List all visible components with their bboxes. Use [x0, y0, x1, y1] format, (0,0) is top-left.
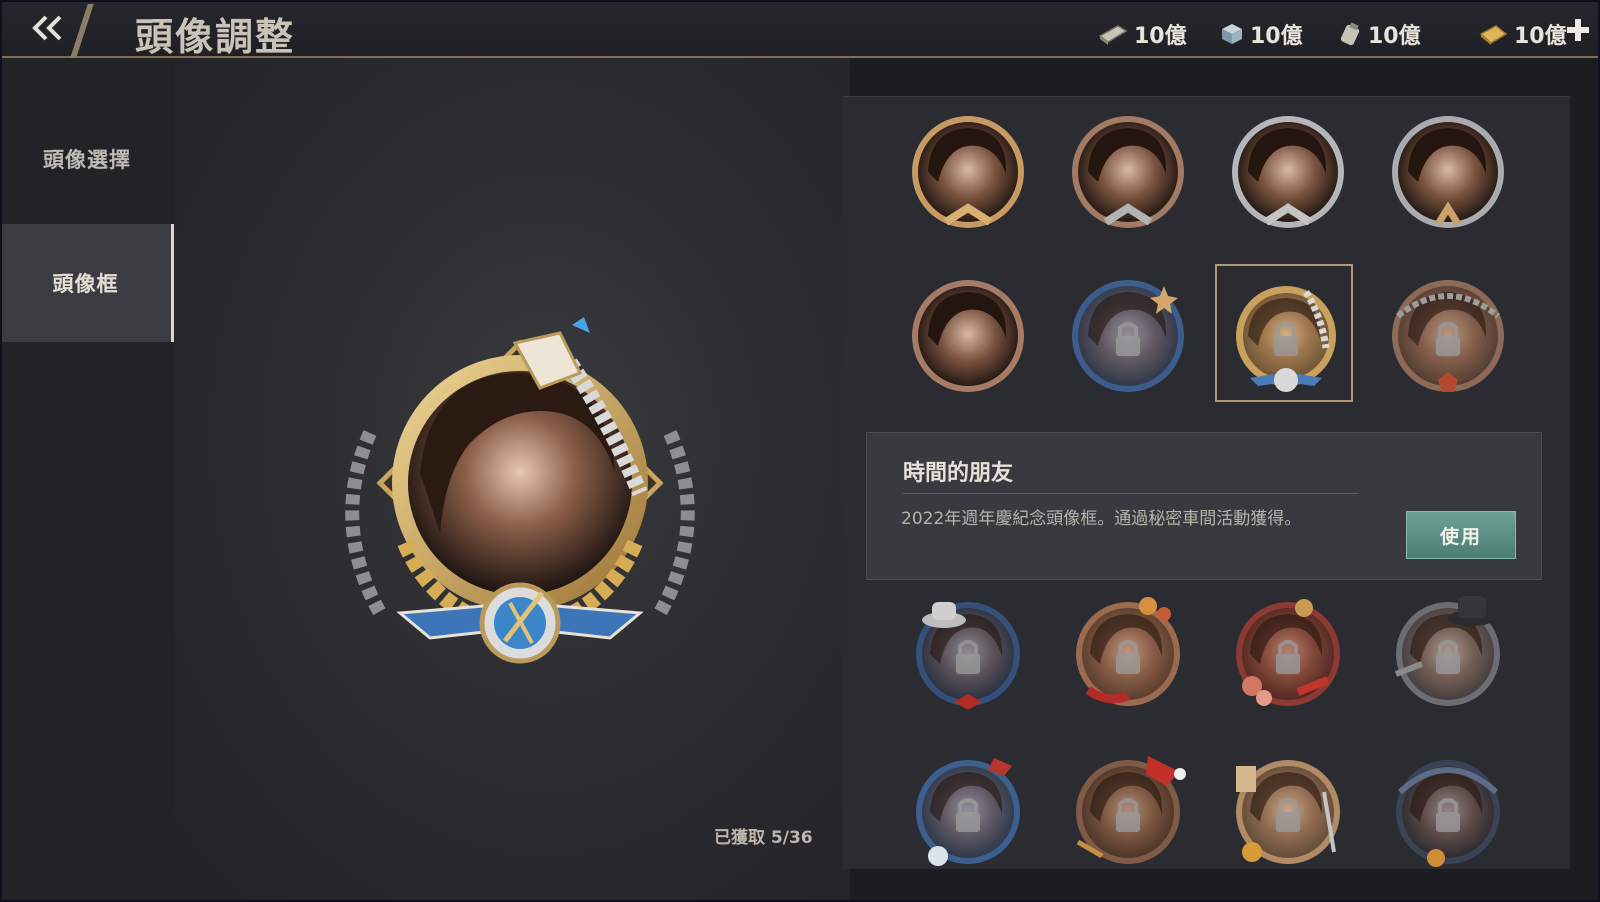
obtained-count: 已獲取 5/36: [714, 828, 813, 848]
preview-avatar-frame: [345, 317, 695, 664]
frame-info-panel: 時間的朋友 2022年週年慶紀念頭像框。通過秘密車間活動獲得。 使用: [866, 432, 1542, 580]
frame-item-bronze-plain[interactable]: [908, 276, 1028, 396]
frame-item-christmas[interactable]: [1068, 752, 1188, 868]
frame-item-silver-plain[interactable]: [1388, 112, 1508, 232]
avatar-frame-image: [1236, 599, 1340, 706]
avatar-frame-image: [1236, 286, 1336, 392]
currency-gold-value: 10億: [1514, 24, 1567, 49]
sidebar-item-avatar-select[interactable]: 頭像選擇: [0, 100, 174, 218]
avatar-frame-image: [1072, 116, 1184, 228]
avatar-frame-image: [1392, 280, 1504, 392]
avatar-frame-image: [1396, 760, 1500, 867]
cube-icon: [1222, 24, 1242, 44]
plus-icon: [1567, 19, 1589, 41]
frame-item-dark-hat[interactable]: [1388, 594, 1508, 714]
top-bar: 頭像調整 10億 10億 10億 10億: [0, 0, 1600, 64]
currency-cube: 10億: [1220, 18, 1303, 50]
back-button[interactable]: [22, 8, 72, 48]
avatar-frame-image: [1072, 280, 1184, 392]
currency-can: 10億: [1338, 18, 1421, 50]
frame-item-gold-laurel[interactable]: [908, 112, 1028, 232]
info-divider: [903, 493, 1359, 494]
gold-ticket-icon: [1479, 25, 1508, 45]
page-title: 頭像調整: [135, 15, 296, 59]
avatar-frame-image: [912, 280, 1024, 392]
can-icon: [1340, 22, 1360, 46]
sidebar-item-avatar-frame[interactable]: 頭像框: [0, 224, 174, 342]
frame-preview-area: 已獲取 5/36: [174, 58, 850, 900]
avatar-frame-image: [1076, 756, 1186, 864]
frame-item-rope-bronze[interactable]: [1388, 276, 1508, 396]
use-button[interactable]: 使用: [1406, 511, 1516, 559]
currency-cube-value: 10億: [1250, 24, 1303, 49]
avatar-frame-image: [1392, 116, 1504, 228]
cash-stack-icon: [1098, 25, 1128, 45]
frame-item-dinner-gold[interactable]: [1228, 752, 1348, 868]
frame-item-blue-hat[interactable]: [908, 594, 1028, 714]
currency-cash: 10億: [1098, 18, 1187, 50]
frame-item-silver-laurel[interactable]: [1228, 112, 1348, 232]
currency-cash-value: 10億: [1134, 24, 1187, 49]
avatar-frame-image: [1236, 760, 1340, 864]
double-chevron-left-icon: [32, 15, 62, 41]
frame-item-anniversary-gold[interactable]: [1226, 278, 1346, 398]
frame-item-winter-blue[interactable]: [908, 752, 1028, 868]
avatar-frame-image: [1232, 116, 1344, 228]
currency-gold: 10億: [1478, 18, 1567, 50]
add-currency-button[interactable]: [1565, 17, 1591, 43]
avatar-frame-image: [1394, 596, 1500, 706]
frame-item-red-flowers[interactable]: [1068, 594, 1188, 714]
avatar-frame-image: [912, 116, 1024, 228]
frame-description: 2022年週年慶紀念頭像框。通過秘密車間活動獲得。: [901, 509, 1302, 529]
frame-name: 時間的朋友: [903, 461, 1014, 486]
frame-item-bronze-laurel[interactable]: [1068, 112, 1188, 232]
frame-item-blue-ribbon[interactable]: [1068, 276, 1188, 396]
frame-item-dark-steel[interactable]: [1388, 752, 1508, 868]
avatar-frame-image: [916, 602, 1020, 710]
avatar-frame-image: [916, 758, 1020, 866]
sidebar: 頭像選擇 頭像框: [0, 58, 174, 900]
frame-item-red-roses[interactable]: [1228, 594, 1348, 714]
title-divider: [68, 4, 94, 64]
avatar-frame-image: [1076, 597, 1180, 706]
currency-can-value: 10億: [1368, 24, 1421, 49]
